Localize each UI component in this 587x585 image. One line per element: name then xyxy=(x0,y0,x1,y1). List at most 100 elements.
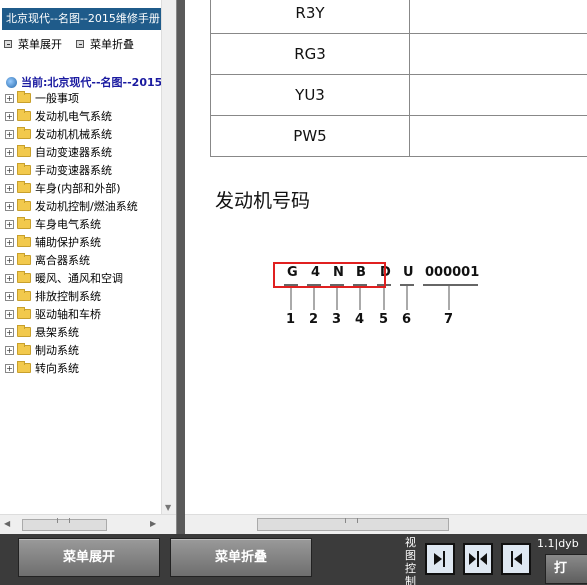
index-label: 1 xyxy=(286,312,296,327)
folder-icon xyxy=(17,253,31,265)
folder-icon xyxy=(17,145,31,157)
tree-toolbar: 菜单展开 菜单折叠 xyxy=(4,36,134,52)
app-window: 北京现代--名图--2015维修手册 菜单展开 菜单折叠 当前:北京现代--名图… xyxy=(0,0,587,585)
folder-icon xyxy=(17,361,31,373)
tree-expand-icon[interactable]: + xyxy=(5,201,14,211)
tree-item[interactable]: + 发动机机械系统 xyxy=(5,125,138,143)
tree-item[interactable]: + 驱动轴和车桥 xyxy=(5,305,138,323)
leader-line xyxy=(448,286,450,310)
table-row: RG3 xyxy=(210,33,587,75)
tree-item[interactable]: + 一般事项 xyxy=(5,89,138,107)
tree-item[interactable]: + 发动机电气系统 xyxy=(5,107,138,125)
table-cell: PW5 xyxy=(210,115,410,157)
tree-item[interactable]: + 排放控制系统 xyxy=(5,287,138,305)
show-right-button[interactable] xyxy=(425,543,455,575)
underline xyxy=(423,284,478,286)
tree-expand-icon[interactable]: + xyxy=(5,93,14,103)
highlight-box xyxy=(273,262,386,288)
expand-label: 菜单展开 xyxy=(18,38,62,51)
tree-expand-icon[interactable]: + xyxy=(5,111,14,121)
index-label: 6 xyxy=(402,312,412,327)
table-cell xyxy=(409,0,587,34)
section-heading: 发动机号码 xyxy=(215,190,311,212)
toc-vertical-scrollbar[interactable]: ▼ xyxy=(161,0,176,514)
expand-menu-link[interactable]: 菜单展开 xyxy=(4,36,62,52)
folder-icon xyxy=(17,289,31,301)
table-row: PW5 xyxy=(210,115,587,157)
tree-expand-icon[interactable]: + xyxy=(5,183,14,193)
code-char: U xyxy=(403,265,414,280)
folder-icon xyxy=(17,199,31,211)
codes-table: R3Y RG3 YU3 PW5 xyxy=(210,0,587,157)
document-horizontal-scrollbar[interactable] xyxy=(185,514,587,534)
folder-icon xyxy=(17,343,31,355)
tree-item[interactable]: + 悬架系统 xyxy=(5,323,138,341)
manual-title: 北京现代--名图--2015维修手册 xyxy=(2,8,170,30)
tree-expand-icon[interactable]: + xyxy=(5,255,14,265)
show-left-button[interactable] xyxy=(501,543,531,575)
tree-expand-icon[interactable]: + xyxy=(5,237,14,247)
tree-root[interactable]: 当前:北京现代--名图--2015维 xyxy=(6,74,173,90)
index-label: 4 xyxy=(355,312,365,327)
toc-panel: 北京现代--名图--2015维修手册 菜单展开 菜单折叠 当前:北京现代--名图… xyxy=(0,0,177,534)
table-row: R3Y xyxy=(210,0,587,34)
bottom-toolbar: 菜单展开 菜单折叠 视图控制 1.1|dyb 打 xyxy=(0,534,587,585)
leader-line xyxy=(383,286,385,310)
index-label: 3 xyxy=(332,312,342,327)
show-both-button[interactable] xyxy=(463,543,493,575)
tree-expand-icon[interactable]: + xyxy=(5,327,14,337)
code-char: 000001 xyxy=(425,265,480,280)
tree-item[interactable]: + 制动系统 xyxy=(5,341,138,359)
tree-expand-icon[interactable]: + xyxy=(5,363,14,373)
tree-expand-icon[interactable]: + xyxy=(5,129,14,139)
collapse-menu-link[interactable]: 菜单折叠 xyxy=(76,36,134,52)
toc-horizontal-scrollbar[interactable]: ◀ ▶ xyxy=(0,514,176,534)
table-cell: R3Y xyxy=(210,0,410,34)
folder-icon xyxy=(17,271,31,283)
folder-icon xyxy=(17,109,31,121)
tree-expand-icon[interactable]: + xyxy=(5,165,14,175)
folder-icon xyxy=(17,325,31,337)
folder-icon xyxy=(17,127,31,139)
tree-item[interactable]: + 发动机控制/燃油系统 xyxy=(5,197,138,215)
expand-menu-button[interactable]: 菜单展开 xyxy=(18,538,160,577)
table-row: YU3 xyxy=(210,74,587,116)
tree-item[interactable]: + 离合器系统 xyxy=(5,251,138,269)
table-cell xyxy=(409,74,587,116)
tree-expand-icon[interactable]: + xyxy=(5,309,14,319)
tree-expand-icon[interactable]: + xyxy=(5,219,14,229)
view-control-label: 视图控制 xyxy=(405,536,416,585)
document-view: R3Y RG3 YU3 PW5 发动机号码 G 4 N B D U 000001 xyxy=(185,0,587,534)
tree-expand-icon[interactable]: + xyxy=(5,273,14,283)
index-label: 7 xyxy=(444,312,454,327)
expand-icon xyxy=(4,40,12,48)
folder-icon xyxy=(17,163,31,175)
table-cell: YU3 xyxy=(210,74,410,116)
computer-icon xyxy=(6,76,17,88)
scroll-right-icon[interactable]: ▶ xyxy=(150,519,156,528)
scroll-down-icon[interactable]: ▼ xyxy=(165,503,171,512)
scroll-grip xyxy=(345,518,358,523)
collapse-icon xyxy=(76,40,84,48)
tree-item[interactable]: + 自动变速器系统 xyxy=(5,143,138,161)
tree-root-label: 当前:北京现代--名图--2015维 xyxy=(21,76,174,89)
tree-item[interactable]: + 辅助保护系统 xyxy=(5,233,138,251)
tree-item[interactable]: + 车身电气系统 xyxy=(5,215,138,233)
tree-item[interactable]: + 车身(内部和外部) xyxy=(5,179,138,197)
pane-splitter[interactable] xyxy=(177,0,185,534)
print-button[interactable]: 打 xyxy=(545,554,587,584)
tree-item[interactable]: + 手动变速器系统 xyxy=(5,161,138,179)
folder-icon xyxy=(17,307,31,319)
collapse-menu-button[interactable]: 菜单折叠 xyxy=(170,538,312,577)
index-label: 5 xyxy=(379,312,389,327)
tree-expand-icon[interactable]: + xyxy=(5,147,14,157)
tree-item[interactable]: + 暖风、通风和空调 xyxy=(5,269,138,287)
tree-expand-icon[interactable]: + xyxy=(5,345,14,355)
leader-line xyxy=(336,286,338,310)
collapse-label: 菜单折叠 xyxy=(90,38,134,51)
table-cell xyxy=(409,115,587,157)
tree-expand-icon[interactable]: + xyxy=(5,291,14,301)
leader-line xyxy=(406,286,408,310)
scroll-left-icon[interactable]: ◀ xyxy=(4,519,10,528)
tree-item[interactable]: + 转向系统 xyxy=(5,359,138,377)
